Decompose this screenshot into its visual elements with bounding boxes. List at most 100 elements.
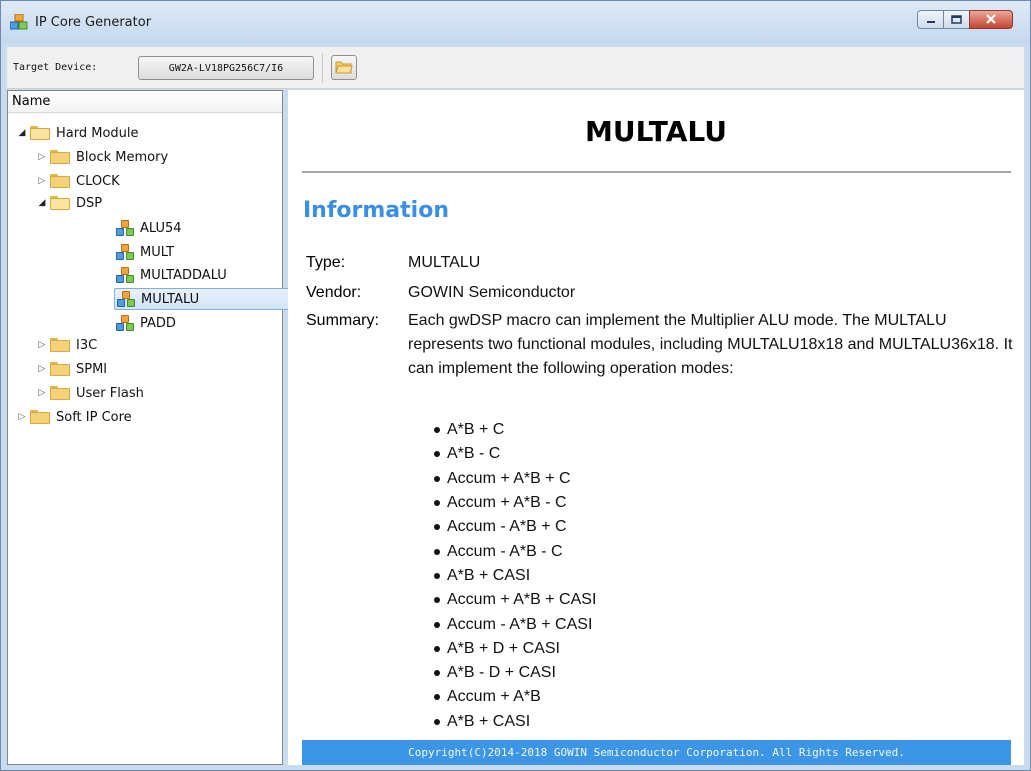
tree-item-mult[interactable]: MULT <box>114 241 174 263</box>
ip-detail-panel: MULTALU Information Type: MULTALU Vendor… <box>288 90 1024 765</box>
folder-open-icon <box>335 59 353 77</box>
collapsed-arrow-icon[interactable]: ▷ <box>34 176 50 186</box>
operation-mode-text: A*B + D + CASI <box>447 639 560 657</box>
operation-modes-list: A*B + C A*B - C Accum + A*B + C Accum + A*B… <box>434 418 596 734</box>
operation-mode-text: A*B - C <box>447 445 501 463</box>
app-window: IP Core Generator Target Device: GW2A-LV… <box>0 0 1031 771</box>
tree-item-label: MULT <box>140 244 175 260</box>
collapsed-arrow-icon[interactable]: ▷ <box>34 152 50 162</box>
collapsed-arrow-icon[interactable]: ▷ <box>14 412 30 422</box>
folder-icon <box>50 174 70 188</box>
tree-item-label: Hard Module <box>56 125 139 141</box>
summary-label: Summary: <box>306 312 379 329</box>
tree-item-label: ALU54 <box>140 220 182 236</box>
tree-item-i3c[interactable]: ▷ I3C <box>34 334 98 356</box>
operation-mode-text: Accum - A*B + C <box>447 518 567 536</box>
open-folder-button[interactable] <box>331 55 357 80</box>
vendor-label: Vendor: <box>306 284 362 301</box>
tree-item-dsp[interactable]: ◢ DSP <box>34 192 103 214</box>
vendor-value: GOWIN Semiconductor <box>408 284 576 301</box>
type-label: Type: <box>306 254 346 271</box>
information-heading: Information <box>303 198 449 223</box>
operation-mode-item: Accum - A*B - C <box>434 539 596 563</box>
bullet-icon <box>434 451 440 458</box>
operation-mode-text: A*B - D + CASI <box>447 664 556 682</box>
target-device-label: Target Device: <box>13 62 98 73</box>
copyright-footer: Copyright(C)2014-2018 GOWIN Semiconducto… <box>302 740 1011 765</box>
tree-item-label: CLOCK <box>76 173 120 189</box>
tree-item-hard-module[interactable]: ◢ Hard Module <box>14 122 139 144</box>
tree-item-alu54[interactable]: ALU54 <box>114 217 182 239</box>
page-title: MULTALU <box>585 115 727 148</box>
tree-item-block-memory[interactable]: ▷ Block Memory <box>34 146 169 168</box>
summary-text: Each gwDSP macro can implement the Multi… <box>408 312 1013 377</box>
tree-item-label: User Flash <box>76 385 144 401</box>
bullet-icon <box>434 718 440 725</box>
tree-item-label: MULTADDALU <box>140 267 227 283</box>
minimize-button[interactable] <box>917 10 944 29</box>
ip-module-icon <box>116 244 135 260</box>
title-divider <box>302 171 1011 173</box>
operation-mode-text: Accum - A*B - C <box>447 542 563 560</box>
operation-mode-item: A*B + D + CASI <box>434 637 596 661</box>
tree-item-label: Block Memory <box>76 149 169 165</box>
close-icon <box>985 12 997 27</box>
bullet-icon <box>434 670 440 677</box>
tree-item-user-flash[interactable]: ▷ User Flash <box>34 382 144 404</box>
tree-item-label: Soft IP Core <box>56 409 132 425</box>
type-value: MULTALU <box>408 254 481 271</box>
window-controls <box>917 10 1013 29</box>
operation-mode-item: Accum - A*B + C <box>434 515 596 539</box>
maximize-button[interactable] <box>943 10 970 29</box>
tree-item-spmi[interactable]: ▷ SPMI <box>34 358 108 380</box>
bullet-icon <box>434 572 440 579</box>
bullet-icon <box>434 694 440 701</box>
tree-item-soft-ip-core[interactable]: ▷ Soft IP Core <box>14 406 132 428</box>
bullet-icon <box>434 548 440 555</box>
ip-module-icon <box>116 315 135 331</box>
ip-module-icon <box>117 291 136 307</box>
folder-icon <box>50 150 70 164</box>
operation-mode-item: Accum + A*B - C <box>434 491 596 515</box>
operation-mode-text: Accum + A*B + C <box>447 469 571 487</box>
tree-item-multaddalu[interactable]: MULTADDALU <box>114 264 227 286</box>
target-device-button[interactable]: GW2A-LV18PG256C7/I6 <box>138 56 314 80</box>
operation-mode-text: A*B + C <box>447 421 505 439</box>
bullet-icon <box>434 597 440 604</box>
operation-mode-item: Accum - A*B + CASI <box>434 612 596 636</box>
bullet-icon <box>434 524 440 531</box>
bullet-icon <box>434 500 440 507</box>
ip-tree-panel: Name ◢ Hard Module ▷ Block Memory ▷ CLOCK ◢ DSP… <box>7 90 304 765</box>
operation-mode-text: Accum + A*B - C <box>447 494 567 512</box>
operation-mode-item: A*B + CASI <box>434 710 596 734</box>
operation-mode-item: A*B - C <box>434 442 596 466</box>
operation-mode-item: A*B + C <box>434 418 596 442</box>
operation-mode-item: Accum + A*B <box>434 685 596 709</box>
tree-item-multalu[interactable]: MULTALU <box>114 288 304 310</box>
collapsed-arrow-icon[interactable]: ▷ <box>34 340 50 350</box>
ip-module-icon <box>116 267 135 283</box>
tree-item-padd[interactable]: PADD <box>114 312 176 334</box>
close-button[interactable] <box>969 10 1013 29</box>
expanded-arrow-icon[interactable]: ◢ <box>14 128 30 138</box>
operation-mode-text: Accum + A*B <box>447 688 541 706</box>
operation-mode-item: Accum + A*B + C <box>434 467 596 491</box>
folder-open-icon <box>50 196 70 210</box>
folder-open-icon <box>30 126 50 140</box>
operation-mode-text: Accum + A*B + CASI <box>447 591 597 609</box>
operation-mode-text: A*B + CASI <box>447 566 531 584</box>
collapsed-arrow-icon[interactable]: ▷ <box>34 388 50 398</box>
title-bar[interactable]: IP Core Generator <box>1 1 1030 43</box>
toolbar: Target Device: GW2A-LV18PG256C7/I6 <box>7 47 1024 89</box>
tree-item-label: PADD <box>140 315 176 331</box>
window-title: IP Core Generator <box>35 15 152 30</box>
tree-item-clock[interactable]: ▷ CLOCK <box>34 170 120 192</box>
collapsed-arrow-icon[interactable]: ▷ <box>34 364 50 374</box>
expanded-arrow-icon[interactable]: ◢ <box>34 198 50 208</box>
tree-column-header[interactable]: Name <box>8 91 282 113</box>
operation-mode-text: Accum - A*B + CASI <box>447 615 593 633</box>
tree-item-label: MULTALU <box>141 291 200 307</box>
operation-mode-item: A*B - D + CASI <box>434 661 596 685</box>
maximize-icon <box>951 12 962 27</box>
tree-item-label: I3C <box>76 337 98 353</box>
